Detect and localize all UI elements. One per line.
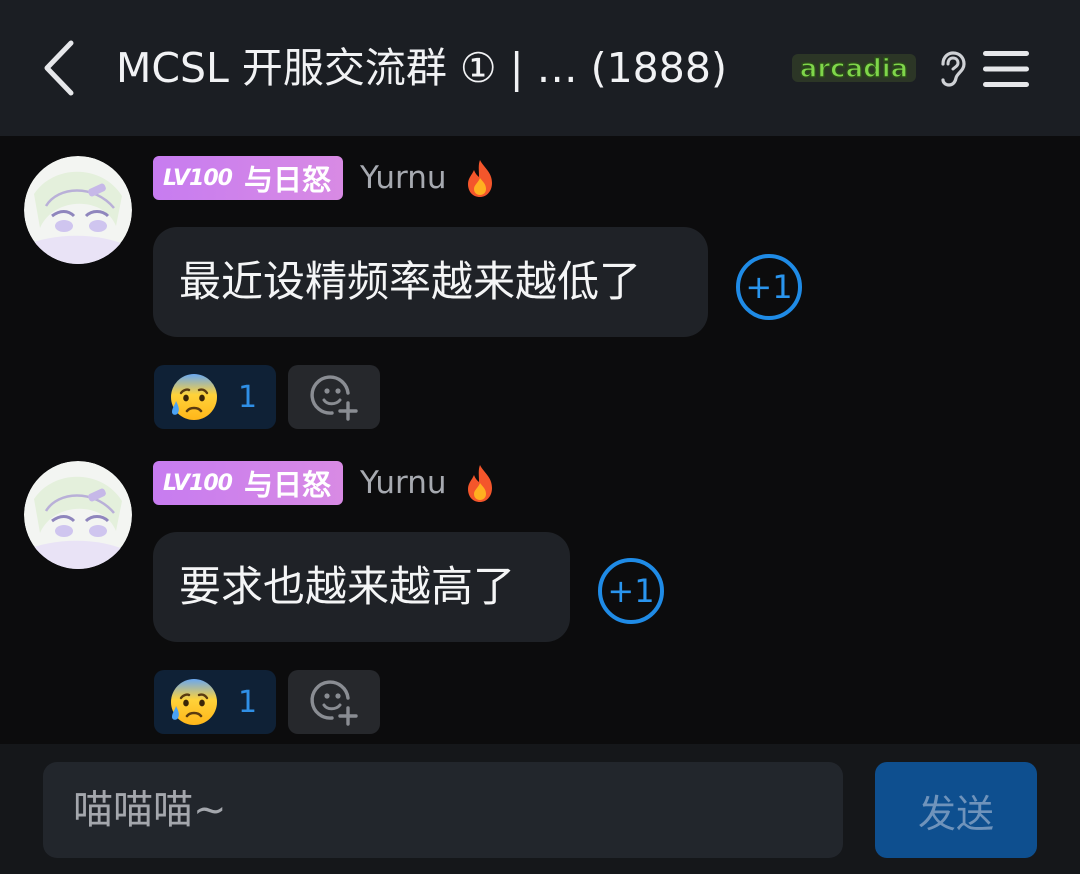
back-button[interactable] [30, 38, 88, 98]
avatar[interactable] [24, 156, 132, 264]
level-text: LV100 [163, 165, 233, 191]
member-title: 与日怒 [243, 163, 331, 197]
reaction-chip[interactable]: 1 [154, 670, 276, 734]
add-emoji-icon [310, 375, 358, 421]
ear-icon [941, 51, 966, 87]
fire-icon [468, 160, 492, 197]
reaction-count: 1 [238, 684, 258, 720]
reaction-count: 1 [238, 379, 258, 415]
message-bubble[interactable]: 要求也越来越高了 [153, 532, 570, 642]
listen-button[interactable] [932, 48, 972, 90]
send-button[interactable]: 发送 [875, 762, 1037, 858]
level-badge: LV100 与日怒 [153, 461, 343, 505]
chat-screen: MCSL 开服交流群 ① | … (1888) arcadia LV100 与日… [0, 0, 1080, 874]
message-input[interactable] [43, 762, 843, 858]
plus-one-button[interactable]: +1 [736, 254, 802, 320]
add-reaction-button[interactable] [288, 365, 380, 429]
level-badge: LV100 与日怒 [153, 156, 343, 200]
reaction-chip[interactable]: 1 [154, 365, 276, 429]
anxious-sweat-emoji-icon [171, 679, 217, 725]
chevron-left-icon [44, 40, 74, 96]
hamburger-menu-icon [983, 51, 1029, 87]
message-bubble[interactable]: 最近设精频率越来越低了 [153, 227, 708, 337]
sender-nickname[interactable]: Yurnu [360, 461, 447, 505]
anxious-sweat-emoji-icon [171, 374, 217, 420]
composer-bar: 发送 [0, 744, 1080, 874]
chat-header: MCSL 开服交流群 ① | … (1888) arcadia [0, 0, 1080, 136]
logo-text: arcadia [800, 54, 908, 84]
member-title: 与日怒 [243, 468, 331, 502]
plus-one-button[interactable]: +1 [598, 558, 664, 624]
avatar-image [24, 461, 132, 569]
fire-icon [468, 465, 492, 502]
add-emoji-icon [310, 680, 358, 726]
arcadia-logo: arcadia [792, 53, 916, 85]
add-reaction-button[interactable] [288, 670, 380, 734]
menu-button[interactable] [980, 44, 1032, 94]
sender-nickname[interactable]: Yurnu [360, 156, 447, 200]
group-title[interactable]: MCSL 开服交流群 ① | … (1888) [116, 40, 776, 96]
level-text: LV100 [163, 470, 233, 496]
avatar-image [24, 156, 132, 264]
avatar[interactable] [24, 461, 132, 569]
